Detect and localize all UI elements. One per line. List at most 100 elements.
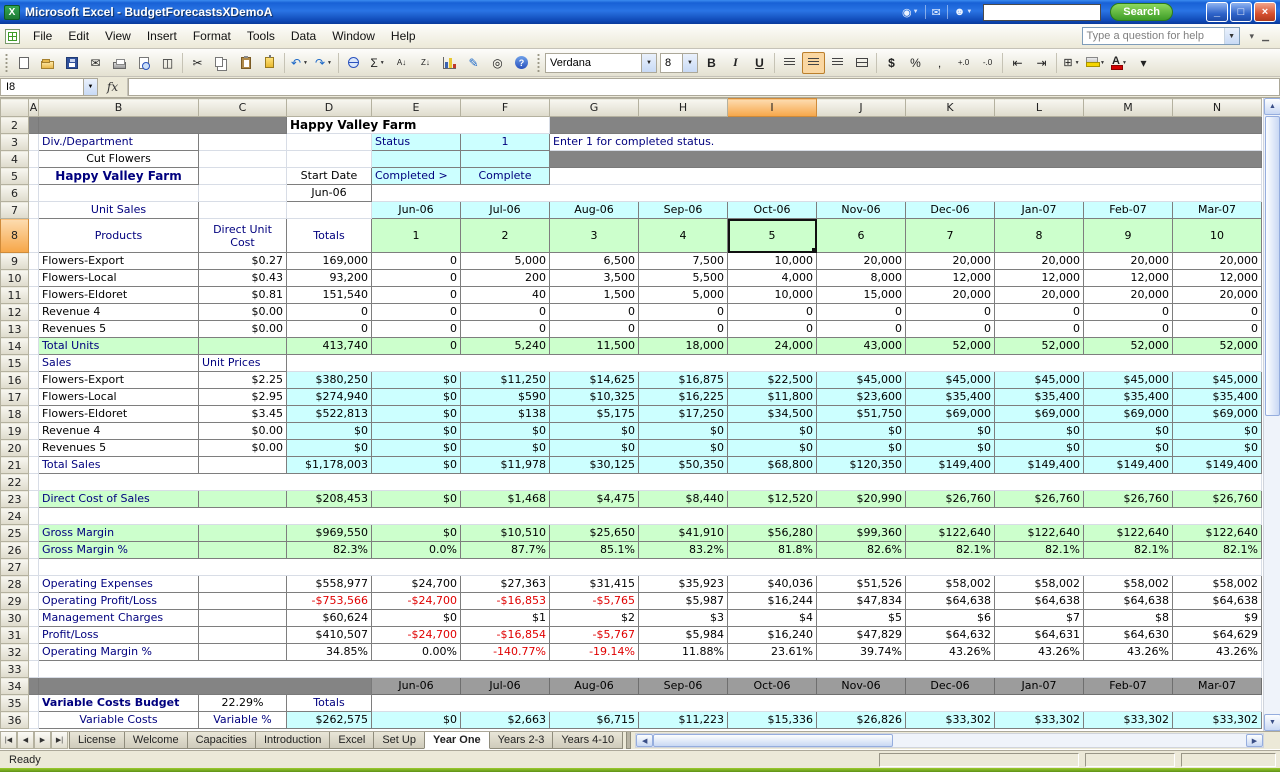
- cell-J23[interactable]: $20,990: [816, 490, 906, 508]
- cell-G32[interactable]: -19.14%: [549, 643, 639, 661]
- cell-H36[interactable]: $11,223: [638, 711, 728, 729]
- cell-F36[interactable]: $2,663: [460, 711, 550, 729]
- cell-E7[interactable]: Jun-06: [371, 201, 461, 219]
- comma-button[interactable]: ,: [928, 52, 951, 74]
- cell-H26[interactable]: 83.2%: [638, 541, 728, 559]
- column-header-C[interactable]: C: [198, 98, 287, 117]
- cell-I12[interactable]: 0: [727, 303, 817, 321]
- cell-L11[interactable]: 20,000: [994, 286, 1084, 304]
- row-header-35[interactable]: 35: [0, 694, 29, 712]
- cell-F21[interactable]: $11,978: [460, 456, 550, 474]
- cell-C16[interactable]: $2.25: [198, 371, 287, 389]
- row-header-10[interactable]: 10: [0, 269, 29, 287]
- cell-N21[interactable]: $149,400: [1172, 456, 1262, 474]
- cell-K14[interactable]: 52,000: [905, 337, 995, 355]
- sort-ascending-button[interactable]: A↓: [390, 52, 413, 74]
- cell-C7[interactable]: [198, 201, 287, 219]
- cell-G31[interactable]: -$5,767: [549, 626, 639, 644]
- menu-insert[interactable]: Insert: [139, 26, 185, 46]
- cell-G2[interactable]: [549, 116, 1262, 134]
- cell-M23[interactable]: $26,760: [1083, 490, 1173, 508]
- cell-A27[interactable]: [28, 558, 39, 576]
- cell-N26[interactable]: 82.1%: [1172, 541, 1262, 559]
- cut-button[interactable]: ✂: [186, 52, 209, 74]
- cell-F28[interactable]: $27,363: [460, 575, 550, 593]
- vertical-scroll-track[interactable]: [1264, 417, 1280, 714]
- cell-F23[interactable]: $1,468: [460, 490, 550, 508]
- cell-M18[interactable]: $69,000: [1083, 405, 1173, 423]
- underline-button[interactable]: U: [748, 52, 771, 74]
- cell-D36[interactable]: $262,575: [286, 711, 372, 729]
- cell-E4[interactable]: [371, 150, 461, 168]
- cell-K29[interactable]: $64,638: [905, 592, 995, 610]
- cell-B10[interactable]: Flowers-Local: [38, 269, 199, 287]
- cell-I16[interactable]: $22,500: [727, 371, 817, 389]
- cell-B32[interactable]: Operating Margin %: [38, 643, 199, 661]
- cell-B16[interactable]: Flowers-Export: [38, 371, 199, 389]
- cell-L28[interactable]: $58,002: [994, 575, 1084, 593]
- cell-D30[interactable]: $60,624: [286, 609, 372, 627]
- chart-wizard-button[interactable]: [438, 52, 461, 74]
- cell-H7[interactable]: Sep-06: [638, 201, 728, 219]
- horizontal-scroll-track[interactable]: [893, 734, 1246, 747]
- cell-E28[interactable]: $24,700: [371, 575, 461, 593]
- cell-M17[interactable]: $35,400: [1083, 388, 1173, 406]
- cell-N10[interactable]: 12,000: [1172, 269, 1262, 287]
- cell-H19[interactable]: $0: [638, 422, 728, 440]
- cell-C29[interactable]: [198, 592, 287, 610]
- chevron-down-icon[interactable]: ▼: [303, 60, 308, 66]
- cell-A9[interactable]: [28, 252, 39, 270]
- cell-M32[interactable]: 43.26%: [1083, 643, 1173, 661]
- cell-F3[interactable]: 1: [460, 133, 550, 151]
- toolbar-options-button[interactable]: ▾: [1132, 52, 1155, 74]
- cell-D8[interactable]: Totals: [286, 218, 372, 253]
- cell-D5[interactable]: Start Date: [286, 167, 372, 185]
- cell-G36[interactable]: $6,715: [549, 711, 639, 729]
- cell-M11[interactable]: 20,000: [1083, 286, 1173, 304]
- cell-N32[interactable]: 43.26%: [1172, 643, 1262, 661]
- cell-K23[interactable]: $26,760: [905, 490, 995, 508]
- decrease-decimal-button[interactable]: -.0: [976, 52, 999, 74]
- cell-I7[interactable]: Oct-06: [727, 201, 817, 219]
- cell-E20[interactable]: $0: [371, 439, 461, 457]
- cell-I8[interactable]: 5: [727, 218, 817, 253]
- cell-L20[interactable]: $0: [994, 439, 1084, 457]
- row-header-36[interactable]: 36: [0, 711, 29, 729]
- cell-K26[interactable]: 82.1%: [905, 541, 995, 559]
- cell-N17[interactable]: $35,400: [1172, 388, 1262, 406]
- cell-A23[interactable]: [28, 490, 39, 508]
- cell-H12[interactable]: 0: [638, 303, 728, 321]
- borders-button[interactable]: ⊞ ▼: [1060, 52, 1083, 74]
- cell-B29[interactable]: Operating Profit/Loss: [38, 592, 199, 610]
- row-header-28[interactable]: 28: [0, 575, 29, 593]
- cell-A17[interactable]: [28, 388, 39, 406]
- cell-F25[interactable]: $10,510: [460, 524, 550, 542]
- cell-H29[interactable]: $5,987: [638, 592, 728, 610]
- cell-M13[interactable]: 0: [1083, 320, 1173, 338]
- cell-K16[interactable]: $45,000: [905, 371, 995, 389]
- menu-view[interactable]: View: [97, 26, 139, 46]
- cell-A28[interactable]: [28, 575, 39, 593]
- cell-G10[interactable]: 3,500: [549, 269, 639, 287]
- cell-N8[interactable]: 10: [1172, 218, 1262, 253]
- cell-B36[interactable]: Variable Costs: [38, 711, 199, 729]
- row-header-9[interactable]: 9: [0, 252, 29, 270]
- cell-G18[interactable]: $5,175: [549, 405, 639, 423]
- row-header-18[interactable]: 18: [0, 405, 29, 423]
- row-header-13[interactable]: 13: [0, 320, 29, 338]
- cell-I31[interactable]: $16,240: [727, 626, 817, 644]
- cell-K8[interactable]: 7: [905, 218, 995, 253]
- column-header-K[interactable]: K: [905, 98, 995, 117]
- cell-E34[interactable]: Jun-06: [371, 677, 461, 695]
- row-header-14[interactable]: 14: [0, 337, 29, 355]
- cell-G25[interactable]: $25,650: [549, 524, 639, 542]
- user-icon[interactable]: ☻ ▼: [954, 6, 973, 18]
- cell-M26[interactable]: 82.1%: [1083, 541, 1173, 559]
- cell-K36[interactable]: $33,302: [905, 711, 995, 729]
- cell-A4[interactable]: [28, 150, 39, 168]
- cell-G12[interactable]: 0: [549, 303, 639, 321]
- cell-N23[interactable]: $26,760: [1172, 490, 1262, 508]
- cell-E29[interactable]: -$24,700: [371, 592, 461, 610]
- cell-E14[interactable]: 0: [371, 337, 461, 355]
- cell-F14[interactable]: 5,240: [460, 337, 550, 355]
